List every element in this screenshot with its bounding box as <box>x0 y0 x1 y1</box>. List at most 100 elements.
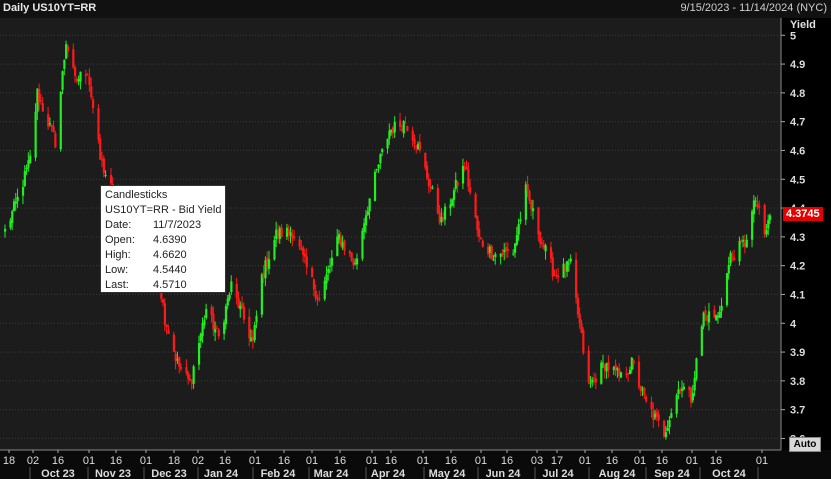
x-month-label: Feb 24 <box>261 468 297 479</box>
candle-down <box>343 240 346 251</box>
candle-down <box>217 329 220 337</box>
x-month-label: Oct 24 <box>712 468 747 479</box>
x-day-label: 01 <box>366 455 378 467</box>
candle-down <box>413 138 416 144</box>
candle-up <box>443 206 447 220</box>
candle-up <box>738 240 741 262</box>
x-month-label: Oct 23 <box>41 468 75 479</box>
candle-down <box>467 169 470 187</box>
candle-down <box>645 396 648 402</box>
candle-down <box>607 362 610 370</box>
candle-down <box>436 187 439 214</box>
candle-up <box>214 329 217 333</box>
last-value-badge: 4.3745 <box>783 207 823 221</box>
candle-up <box>205 309 208 318</box>
candle-down <box>165 324 168 328</box>
candle-down <box>102 158 105 173</box>
x-month-label: Nov 23 <box>95 468 131 479</box>
candle-up <box>720 305 723 311</box>
candle-up <box>329 265 332 267</box>
candle-down <box>526 184 529 191</box>
candle-down <box>539 231 542 244</box>
candle-up <box>494 253 497 258</box>
candle-down <box>637 361 641 388</box>
tooltip-key: Last: <box>105 279 129 291</box>
candle-up <box>361 230 364 259</box>
candle-down <box>350 252 353 261</box>
y-tick-label: 5 <box>790 30 796 42</box>
candle-up <box>666 427 669 431</box>
candle-down <box>490 246 493 260</box>
y-tick-label: 4 <box>790 318 797 330</box>
candle-up <box>769 215 772 220</box>
x-day-label: 16 <box>501 455 513 467</box>
candle-up <box>355 258 359 265</box>
x-day-label: 16 <box>606 455 618 467</box>
candle-up <box>619 372 623 378</box>
candle-down <box>478 229 481 237</box>
candle-up <box>452 190 456 200</box>
candle-down <box>212 313 215 330</box>
x-day-label: 01 <box>306 455 318 467</box>
candle-up <box>670 413 673 418</box>
candle-up <box>566 261 569 272</box>
candle-down <box>575 259 578 298</box>
candle-down <box>352 260 355 266</box>
candle-up <box>531 208 535 212</box>
y-tick-label: 3.9 <box>790 347 805 359</box>
candle-down <box>312 279 316 290</box>
tooltip-key: High: <box>105 249 131 261</box>
x-month-label: Sep 24 <box>654 468 690 479</box>
x-day-label: 16 <box>445 455 457 467</box>
candle-down <box>88 76 91 86</box>
candle-up <box>29 155 32 163</box>
candle-down <box>163 303 167 325</box>
y-tick-label: 4.5 <box>790 174 805 186</box>
candle-up <box>700 326 703 356</box>
candle-down <box>551 257 554 277</box>
x-day-label: 16 <box>710 455 722 467</box>
candle-down <box>66 46 70 52</box>
tooltip-row-low: Low: 4.5440 <box>105 263 225 278</box>
candle-up <box>14 201 17 204</box>
candle-up <box>373 171 377 201</box>
candle-up <box>675 394 678 414</box>
candle-up <box>514 243 517 253</box>
candle-up <box>668 420 671 428</box>
y-tick-label: 4.6 <box>790 145 805 157</box>
x-month-label: Jun 24 <box>486 468 522 479</box>
tooltip-value: 11/7/2023 <box>153 219 202 231</box>
auto-scale-button[interactable]: Auto <box>789 437 821 452</box>
candle-up <box>197 342 201 365</box>
candle-up <box>567 263 571 265</box>
x-day-label: 01 <box>756 455 768 467</box>
candle-down <box>549 247 553 259</box>
tooltip-value: 4.6620 <box>153 249 187 261</box>
candle-up <box>695 358 698 379</box>
candle-up <box>492 259 495 261</box>
candle-down <box>179 367 183 369</box>
candle-down <box>188 379 192 381</box>
candle-up <box>104 174 107 176</box>
candle-up <box>59 91 62 150</box>
x-day-label: 01 <box>475 455 487 467</box>
candle-down <box>91 99 95 109</box>
y-tick-label: 4.7 <box>790 117 805 129</box>
candle-up <box>48 123 52 125</box>
candle-down <box>109 175 113 184</box>
candle-up <box>682 386 686 390</box>
candle-up <box>224 306 228 325</box>
candle-down <box>506 249 510 251</box>
candle-down <box>582 330 585 354</box>
candle-down <box>555 274 558 276</box>
x-month-label: Mar 24 <box>314 468 350 479</box>
candle-down <box>763 205 766 235</box>
candle-down <box>303 253 307 257</box>
x-day-label: 16 <box>278 455 290 467</box>
x-day-label: 16 <box>334 455 346 467</box>
candle-up <box>255 315 258 323</box>
candle-up <box>393 121 396 133</box>
candlestick-tooltip: Candlesticks US10YT=RR - Bid Yield Date:… <box>100 185 226 293</box>
x-day-label: 17 <box>551 455 563 467</box>
candle-down <box>758 206 761 208</box>
